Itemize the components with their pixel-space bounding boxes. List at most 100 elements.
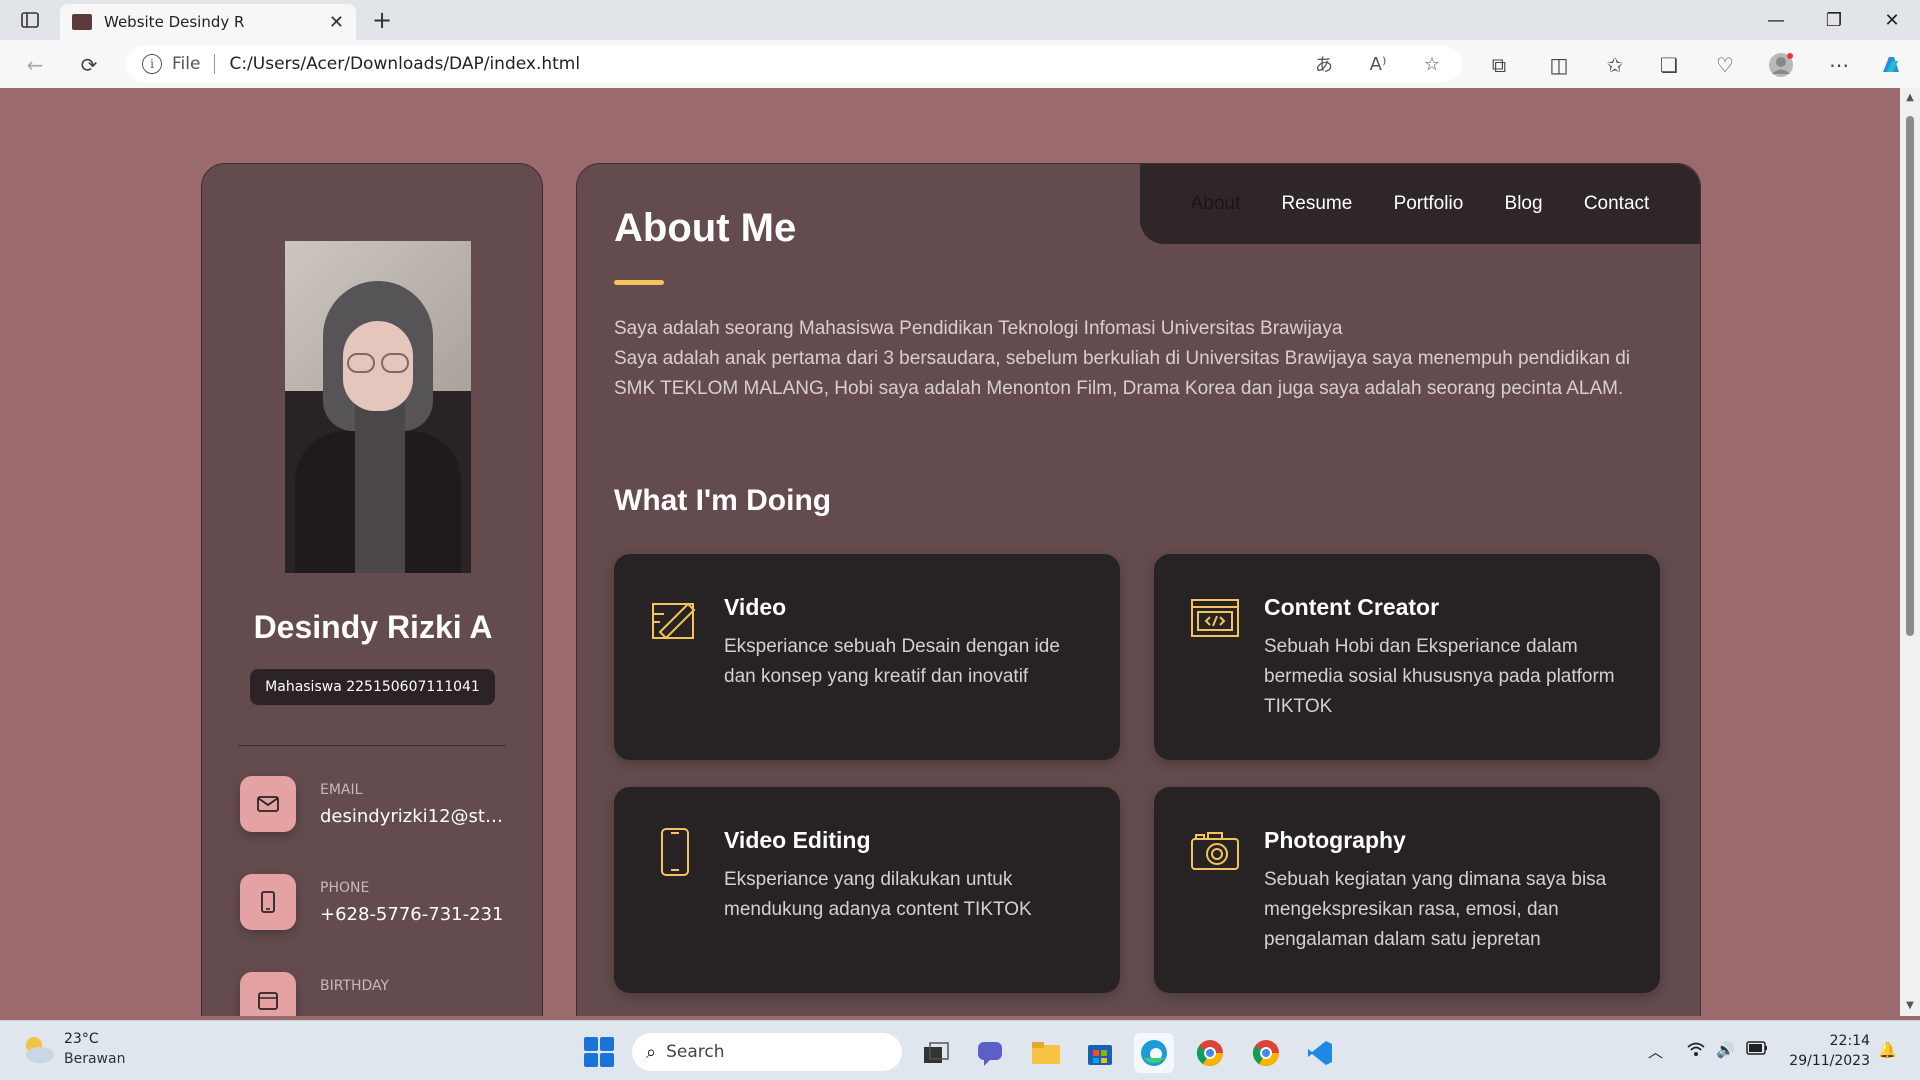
service-card: Photography Sebuah kegiatan yang dimana … — [1154, 787, 1660, 993]
contact-label: PHONE — [320, 880, 370, 896]
design-icon — [650, 594, 700, 644]
back-icon[interactable]: ← — [20, 50, 50, 80]
nav-resume[interactable]: Resume — [1282, 193, 1353, 215]
contact-label: BIRTHDAY — [320, 978, 390, 994]
calendar-icon — [240, 972, 296, 1016]
favorites-icon[interactable]: ✩ — [1600, 50, 1630, 80]
weather-temperature[interactable]: 23°C — [64, 1031, 99, 1047]
profile-photo — [285, 241, 471, 573]
profile-badge: Mahasiswa 225150607111041 — [250, 669, 495, 705]
site-info-icon[interactable]: i — [142, 54, 162, 74]
tab-close-icon[interactable]: ✕ — [329, 12, 344, 33]
extensions-icon[interactable]: ⧉ — [1484, 50, 1514, 80]
weather-cloud-icon[interactable] — [20, 1031, 56, 1067]
search-placeholder: Search — [666, 1042, 725, 1062]
contact-email: EMAIL desindyrizki12@stud... — [240, 776, 530, 836]
smartphone-icon — [650, 827, 700, 877]
camera-icon — [1190, 827, 1240, 877]
address-prefix: File — [172, 54, 201, 74]
browser-tab-bar: Website Desindy R ✕ + — ❐ ✕ — [0, 0, 1920, 40]
chrome-profile-icon[interactable] — [1246, 1033, 1286, 1073]
contact-label: EMAIL — [320, 782, 363, 798]
address-bar[interactable]: i File C:/Users/Acer/Downloads/DAP/index… — [126, 46, 1462, 82]
store-icon[interactable] — [1080, 1033, 1120, 1073]
browser-tab[interactable]: Website Desindy R ✕ — [60, 4, 356, 40]
collections-icon[interactable]: ❏ — [1654, 50, 1684, 80]
search-icon: ⌕ — [646, 1041, 657, 1063]
refresh-icon[interactable]: ⟳ — [74, 50, 104, 80]
code-window-icon — [1190, 594, 1240, 644]
contact-value[interactable]: desindyrizki12@stud... — [320, 806, 510, 827]
restore-icon[interactable]: ❐ — [1806, 0, 1862, 40]
page-scrollbar[interactable]: ▲ ▼ — [1900, 88, 1920, 1016]
scroll-down-icon[interactable]: ▼ — [1904, 1000, 1916, 1012]
service-card: Video Editing Eksperiance yang dilakukan… — [614, 787, 1120, 993]
profile-avatar[interactable] — [1766, 50, 1796, 80]
contact-phone: PHONE +628-5776-731-231 — [240, 874, 530, 934]
service-desc: Eksperiance sebuah Desain dengan ide dan… — [724, 636, 1060, 687]
scrollbar-thumb[interactable] — [1906, 116, 1914, 636]
about-paragraph-2: Saya adalah anak pertama dari 3 bersauda… — [614, 348, 1631, 399]
sidebar-divider — [238, 745, 506, 746]
service-desc: Sebuah kegiatan yang dimana saya bisa me… — [1264, 869, 1607, 950]
window-close-icon[interactable]: ✕ — [1864, 0, 1920, 40]
service-title: Content Creator — [1264, 594, 1440, 620]
profile-name: Desindy Rizki A — [253, 609, 493, 645]
service-title: Photography — [1264, 827, 1406, 853]
clock-time: 22:14 — [1829, 1033, 1870, 1049]
chat-icon[interactable] — [970, 1033, 1010, 1073]
scroll-up-icon[interactable]: ▲ — [1904, 92, 1916, 104]
show-hidden-icons[interactable]: ︿ — [1648, 1041, 1663, 1062]
service-card: Content Creator Sebuah Hobi dan Eksperia… — [1154, 554, 1660, 760]
phone-icon — [240, 874, 296, 930]
copilot-icon[interactable] — [1876, 50, 1906, 80]
start-button[interactable] — [584, 1037, 614, 1067]
weather-condition[interactable]: Berawan — [64, 1051, 125, 1067]
nav-contact[interactable]: Contact — [1584, 193, 1649, 215]
service-title: Video Editing — [724, 827, 871, 853]
title-underline — [614, 280, 664, 285]
chrome-icon[interactable] — [1190, 1033, 1230, 1073]
web-page: Desindy Rizki A Mahasiswa 22515060711104… — [6, 88, 1900, 1016]
service-title: Video — [724, 594, 787, 620]
volume-icon[interactable]: 🔊 — [1716, 1041, 1735, 1059]
translate-icon[interactable]: あ — [1310, 50, 1338, 78]
taskbar: 23°C Berawan ⌕ Search ︿ 🔊 22:14 29/11/20… — [0, 1020, 1920, 1080]
section-title: What I'm Doing — [614, 484, 832, 517]
edge-icon[interactable] — [1134, 1033, 1174, 1073]
file-explorer-icon[interactable] — [1026, 1033, 1066, 1073]
taskbar-search[interactable]: ⌕ Search — [632, 1033, 902, 1071]
tab-title: Website Desindy R — [104, 13, 245, 31]
wifi-icon[interactable] — [1686, 1041, 1706, 1061]
about-text: Saya adalah seorang Mahasiswa Pendidikan… — [614, 314, 1654, 404]
nav-portfolio[interactable]: Portfolio — [1394, 193, 1464, 215]
nav-about[interactable]: About — [1191, 193, 1241, 215]
minimize-icon[interactable]: — — [1748, 0, 1804, 40]
new-tab-icon[interactable]: + — [368, 6, 396, 34]
task-view-icon[interactable] — [916, 1033, 956, 1073]
nav-blog[interactable]: Blog — [1505, 193, 1543, 215]
about-paragraph-1: Saya adalah seorang Mahasiswa Pendidikan… — [614, 318, 1343, 339]
navbar: About Resume Portfolio Blog Contact — [1140, 164, 1700, 244]
notification-bell-icon[interactable]: 🔔 — [1878, 1041, 1897, 1059]
clock-date: 29/11/2023 — [1789, 1053, 1870, 1069]
system-clock[interactable]: 22:14 29/11/2023 — [1780, 1031, 1870, 1071]
add-favorite-icon[interactable]: ☆ — [1418, 50, 1446, 78]
read-aloud-icon[interactable]: A⁾ — [1364, 50, 1392, 78]
service-card: Video Eksperiance sebuah Desain dengan i… — [614, 554, 1120, 760]
mail-icon — [240, 776, 296, 832]
battery-icon[interactable] — [1746, 1041, 1768, 1059]
service-desc: Eksperiance yang dilakukan untuk menduku… — [724, 869, 1032, 920]
split-screen-icon[interactable]: ◫ — [1544, 50, 1574, 80]
address-separator — [214, 54, 216, 74]
service-desc: Sebuah Hobi dan Eksperiance dalam bermed… — [1264, 636, 1615, 717]
contact-value[interactable]: +628-5776-731-231 — [320, 904, 510, 925]
vscode-icon[interactable] — [1300, 1033, 1340, 1073]
tab-actions-icon[interactable] — [16, 8, 44, 32]
browser-essentials-icon[interactable]: ♡ — [1710, 50, 1740, 80]
page-title: About Me — [614, 206, 797, 250]
more-options-icon[interactable]: ⋯ — [1824, 50, 1854, 80]
main-article: About Resume Portfolio Blog Contact Abou… — [576, 163, 1701, 1016]
profile-sidebar: Desindy Rizki A Mahasiswa 22515060711104… — [201, 163, 543, 1016]
url-text[interactable]: C:/Users/Acer/Downloads/DAP/index.html — [229, 54, 1284, 74]
